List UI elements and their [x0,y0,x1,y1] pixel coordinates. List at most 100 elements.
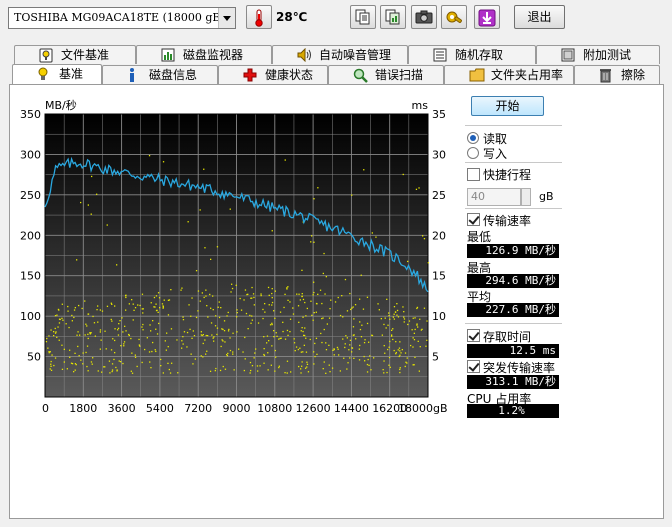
tab-disk-monitor[interactable]: 磁盘监视器 [136,45,272,64]
access-time-point [270,364,272,366]
access-time-point [125,309,127,311]
access-time-point [90,361,93,363]
tab-error-scan[interactable]: 错误扫描 [328,65,444,84]
tab-label: 随机存取 [455,48,504,62]
tab-health[interactable]: 健康状态 [218,65,328,84]
access-time-point [371,334,373,336]
access-time-point [191,297,193,299]
temperature-button[interactable] [246,5,272,29]
quick-stroke-size-input[interactable]: 40 [467,188,521,206]
access-time-point [385,327,387,329]
read-radio[interactable] [467,132,479,144]
access-time-point [97,305,99,307]
access-time-point [366,322,369,325]
access-time-point [375,236,377,238]
access-time-point [100,339,102,341]
y-right-tick-label: 35 [432,108,446,121]
copy-image-icon [385,9,400,25]
tab-disk-info[interactable]: 磁盘信息 [102,65,218,84]
copy-text-button[interactable] [350,5,376,29]
access-time-point [227,352,229,355]
access-time-point [332,349,334,351]
access-time-point [410,344,412,347]
chevron-down-icon[interactable] [218,8,235,28]
access-time-point [150,367,152,369]
access-time-point [166,332,168,334]
tab-random-access[interactable]: 随机存取 [408,45,536,64]
exit-button[interactable]: 退出 [514,5,565,29]
x-tick-label: 9000 [223,402,251,415]
access-time-point [109,372,111,374]
y-right-tick-label: 5 [432,351,439,364]
tab-erase[interactable]: 擦除 [574,65,660,84]
tab-folder-usage[interactable]: 文件夹占用率 [444,65,574,84]
access-time-point [156,333,159,335]
write-radio[interactable] [467,147,479,159]
access-time-point [155,309,158,312]
download-button[interactable] [474,5,500,29]
access-time-point [125,296,127,299]
access-time-point [49,368,51,370]
access-time-point [366,371,369,373]
drive-select[interactable]: TOSHIBA MG09ACA18TE (18000 gB) [8,7,236,29]
access-time-point [138,344,140,346]
access-time-point [263,354,266,357]
start-button[interactable]: 开始 [471,96,544,116]
quick-stroke-checkbox[interactable] [467,168,480,181]
x-tick-label: 5400 [146,402,174,415]
tab-benchmark[interactable]: 基准 [12,64,102,85]
access-time-point [212,295,214,297]
access-time-point [154,306,156,308]
access-time-point [383,372,385,374]
tab-file-benchmark[interactable]: 文件基准 [14,45,136,64]
access-time-point [111,370,113,373]
access-time-point [96,193,98,195]
access-time-point [338,354,340,356]
access-time-point [292,313,295,315]
access-time-checkbox[interactable] [467,329,480,342]
access-time-point [195,316,198,319]
access-time-point [359,344,361,347]
access-time-point [298,321,300,323]
access-time-point [171,362,173,364]
access-time-point [167,346,169,348]
transfer-rate-checkbox[interactable] [467,213,480,226]
access-time-point [380,318,382,320]
access-time-point [337,348,339,350]
access-time-point [139,304,141,307]
access-time-point [104,330,106,332]
access-time-point [328,364,330,366]
temperature-value: 28℃ [276,10,308,24]
access-time-point [182,336,184,338]
access-time-point [323,361,325,363]
access-time-point [194,358,196,360]
access-time-point [200,334,202,336]
screenshot-button[interactable] [411,5,437,29]
access-time-point [286,360,289,362]
access-time-point [190,315,192,317]
access-time-point [206,305,208,307]
copy-image-button[interactable] [380,5,406,29]
access-time-point [301,295,303,297]
tab-noise-management[interactable]: 自动噪音管理 [272,45,408,64]
access-time-point [322,272,324,275]
access-time-point [63,361,65,363]
access-time-point [87,370,89,372]
quick-stroke-spinner[interactable] [521,188,531,206]
access-time-point [343,357,345,359]
access-time-point [305,367,307,369]
access-time-point [312,294,314,296]
access-time-point [347,362,349,364]
access-time-point [77,345,79,348]
tab-extra-tests[interactable]: 附加测试 [536,45,660,64]
access-time-point [220,307,222,309]
access-time-point [345,335,347,337]
access-time-point [162,161,165,163]
options-button[interactable] [441,5,467,29]
burst-rate-checkbox[interactable] [467,360,480,373]
access-time-point [82,352,84,354]
access-time-point [355,338,357,340]
access-time-point [418,370,420,372]
access-time-point [353,357,355,359]
bulb-icon [39,48,53,63]
